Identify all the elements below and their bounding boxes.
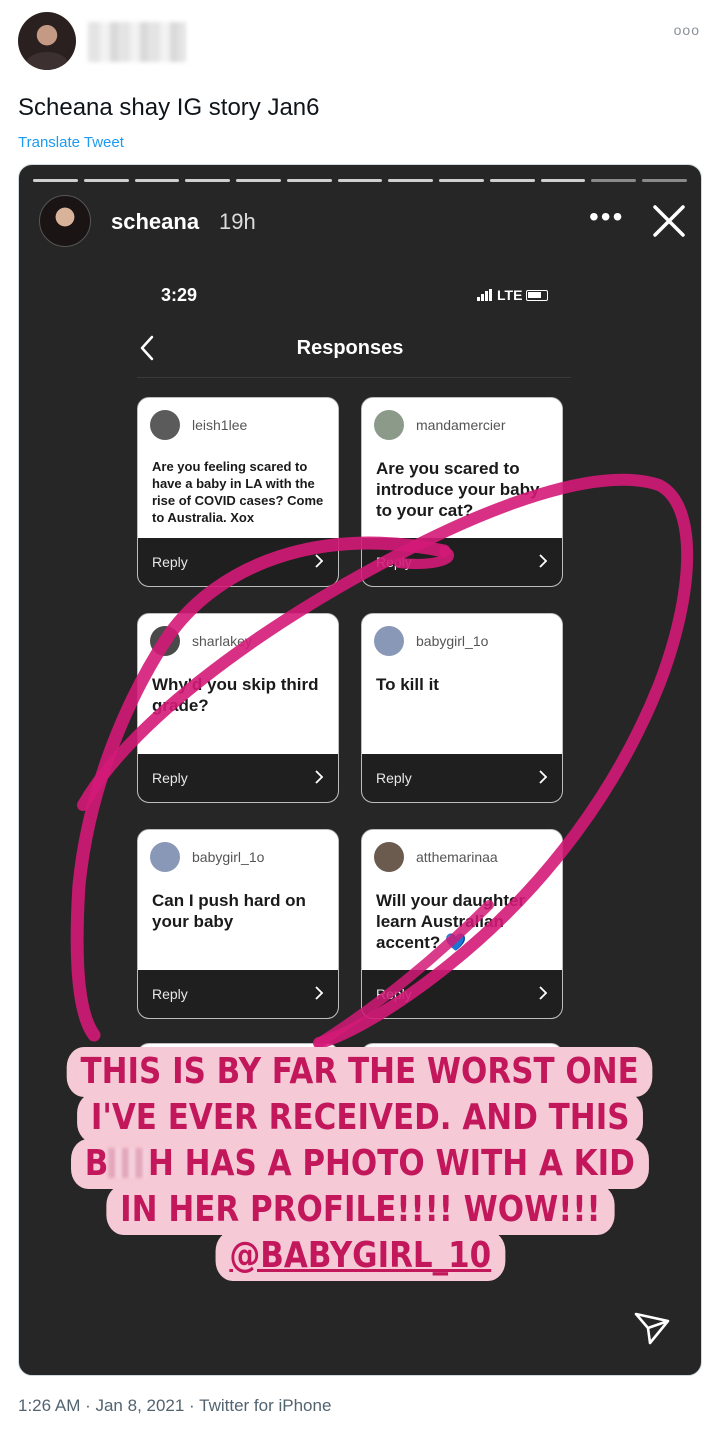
caption-text: B [84, 1143, 109, 1184]
caption-mention: @BABYGIRL_10 [215, 1231, 505, 1281]
responder-username: babygirl_1o [192, 849, 265, 865]
response-question: Will your daughter learn Australian acce… [376, 891, 526, 952]
progress-segment [439, 179, 484, 182]
caption-line: I'VE EVER RECEIVED. AND THIS [76, 1093, 644, 1143]
responses-title: Responses [296, 337, 404, 359]
chevron-right-icon [315, 770, 324, 784]
response-question: Are you feeling scared to have a baby in… [152, 459, 324, 525]
send-icon [634, 1312, 670, 1345]
more-options-icon[interactable]: ooo [674, 22, 700, 38]
reply-label: Reply [152, 554, 188, 570]
progress-segment [642, 179, 687, 182]
response-question: Are you scared to introduce your baby to… [376, 459, 540, 520]
chevron-right-icon [539, 986, 548, 1000]
story-image[interactable]: scheana 19h ••• 3:29 LTE Responses leish… [18, 164, 702, 1376]
translate-tweet-link[interactable]: Translate Tweet [18, 134, 124, 151]
signal-icon [477, 289, 492, 301]
responder-username: leish1lee [192, 417, 248, 433]
phone-status-time: 3:29 [161, 285, 198, 305]
chevron-right-icon [315, 554, 324, 568]
responder-avatar [374, 626, 404, 656]
story-username: scheana [111, 209, 200, 234]
story-more-icon: ••• [589, 201, 625, 232]
response-question: Why'd you skip third grade? [152, 675, 319, 715]
response-question: To kill it [376, 675, 439, 694]
progress-segment [337, 179, 383, 182]
progress-segment [489, 179, 535, 182]
story-timestamp: 19h [219, 209, 256, 234]
progress-segment [33, 179, 78, 182]
responder-username: atthemarinaa [416, 849, 498, 865]
progress-segment [236, 179, 281, 182]
network-label: LTE [497, 287, 523, 303]
story-progress-bar [33, 179, 687, 182]
progress-segment [83, 179, 129, 182]
battery-icon [526, 289, 549, 301]
response-card: atthemarinaa Will your daughter learn Au… [361, 829, 563, 1019]
chevron-right-icon [539, 554, 548, 568]
reply-label: Reply [376, 554, 412, 570]
progress-segment [591, 179, 637, 182]
divider [137, 377, 571, 378]
story-caption: THIS IS BY FAR THE WORST ONE I'VE EVER R… [19, 1047, 701, 1281]
progress-segment [540, 179, 586, 182]
responder-avatar [374, 842, 404, 872]
tweet-metadata: 1:26 AM · Jan 8, 2021 · Twitter for iPho… [18, 1396, 332, 1415]
responder-avatar [374, 410, 404, 440]
chevron-right-icon [315, 986, 324, 1000]
story-avatar [39, 195, 91, 247]
response-card: babygirl_1o To kill it Reply [361, 613, 563, 803]
reply-label: Reply [152, 986, 188, 1002]
reply-label: Reply [376, 770, 412, 786]
chevron-right-icon [539, 770, 548, 784]
blurred-author-name[interactable] [88, 22, 186, 62]
author-avatar[interactable] [18, 12, 76, 70]
responder-username: babygirl_1o [416, 633, 489, 649]
tweet-text: Scheana shay IG story Jan6 [18, 94, 320, 121]
caption-text: H HAS A PHOTO WITH A KID [148, 1143, 636, 1184]
response-card: leish1lee Are you feeling scared to have… [137, 397, 339, 587]
progress-segment [134, 179, 180, 182]
responder-username: sharlakey [192, 633, 252, 649]
responder-avatar [150, 410, 180, 440]
reply-label: Reply [376, 986, 412, 1002]
caption-line: IN HER PROFILE!!!! WOW!!! [105, 1185, 615, 1235]
progress-segment [185, 179, 231, 182]
progress-segment [388, 179, 434, 182]
censor-blur [108, 1148, 149, 1178]
progress-segment [286, 179, 332, 182]
response-question: Can I push hard on your baby [152, 891, 306, 931]
responder-avatar [150, 842, 180, 872]
caption-line: THIS IS BY FAR THE WORST ONE [67, 1047, 653, 1097]
response-card: mandamercier Are you scared to introduce… [361, 397, 563, 587]
responder-username: mandamercier [416, 417, 506, 433]
caption-line-censored: B H HAS A PHOTO WITH A KID [71, 1139, 649, 1189]
responder-avatar [150, 626, 180, 656]
phone-status-indicators: LTE [477, 287, 549, 303]
response-card: babygirl_1o Can I push hard on your baby… [137, 829, 339, 1019]
response-card: sharlakey Why'd you skip third grade? Re… [137, 613, 339, 803]
reply-label: Reply [152, 770, 188, 786]
close-icon [653, 205, 685, 237]
